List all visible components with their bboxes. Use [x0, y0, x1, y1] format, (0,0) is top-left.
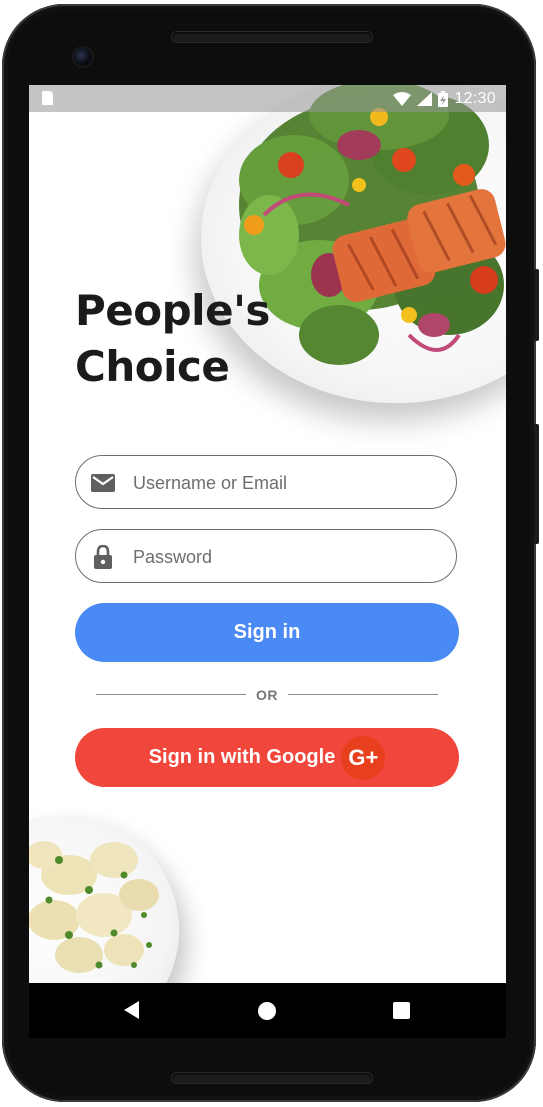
app-title-line2: Choice [75, 342, 230, 391]
password-input[interactable] [131, 530, 445, 584]
lock-icon [94, 545, 112, 569]
status-clock: 12:30 [454, 90, 496, 107]
signal-icon [417, 92, 433, 106]
sd-card-icon [42, 91, 53, 105]
app-title: People's Choice [75, 283, 335, 395]
username-input[interactable] [131, 456, 445, 510]
sign-in-button[interactable]: Sign in [75, 603, 459, 662]
volume-button [534, 424, 539, 544]
google-sign-in-button[interactable]: Sign in with Google G+ [75, 728, 459, 787]
sign-in-label: Sign in [233, 621, 301, 643]
tortellini-pasta-image [29, 841, 159, 973]
mail-icon [91, 474, 115, 492]
home-icon[interactable] [258, 1002, 276, 1020]
or-label: OR [256, 687, 278, 703]
power-button [534, 269, 539, 341]
navigation-bar [29, 983, 506, 1038]
password-field[interactable] [75, 529, 457, 584]
status-bar: 12:30 [29, 85, 506, 112]
google-sign-in-label: Sign in with Google [148, 746, 336, 768]
app-screen: 12:30 People's Choice Sign in OR Sign in … [29, 85, 506, 983]
earpiece-speaker [172, 32, 372, 42]
app-title-line1: People's [75, 286, 270, 335]
or-divider: OR [96, 685, 438, 705]
divider-line-right [288, 694, 438, 695]
back-icon[interactable] [124, 1001, 139, 1019]
front-camera [74, 48, 92, 66]
status-icons: 12:30 [393, 88, 496, 110]
recents-icon[interactable] [393, 1002, 410, 1019]
battery-charging-icon [438, 91, 449, 107]
google-plus-icon: G+ [341, 735, 386, 780]
bottom-speaker [172, 1073, 372, 1083]
username-field[interactable] [75, 455, 457, 510]
wifi-icon [393, 92, 412, 106]
